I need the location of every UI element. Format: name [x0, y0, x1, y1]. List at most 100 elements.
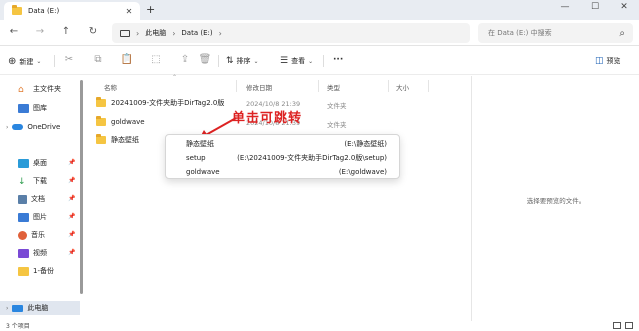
column-divider[interactable]	[428, 80, 429, 92]
view-button[interactable]: ☰ 查看 ⌄	[280, 56, 313, 66]
column-divider[interactable]	[318, 80, 319, 92]
column-divider[interactable]	[236, 80, 237, 92]
column-header-name[interactable]: 名称	[104, 82, 117, 92]
share-icon[interactable]: ⇪	[176, 54, 194, 65]
sort-button[interactable]: ⇅ 排序 ⌄	[226, 56, 259, 66]
paste-icon[interactable]: 📋	[118, 54, 136, 65]
new-button[interactable]: ⊕ 新建 ⌄	[8, 56, 41, 67]
gallery-icon	[18, 103, 29, 113]
forward-button[interactable]: →	[31, 26, 49, 37]
pin-icon[interactable]: 📌	[68, 213, 75, 220]
sidebar-item-music[interactable]: 音乐	[18, 228, 45, 242]
search-placeholder: 在 Data (E:) 中搜索	[488, 29, 552, 37]
tab-close-icon[interactable]: ✕	[122, 7, 136, 16]
sidebar-item-home[interactable]: ⌂ 主文件夹	[18, 82, 61, 96]
sidebar-item-label: 下载	[33, 177, 47, 185]
pin-icon[interactable]: 📌	[68, 231, 75, 238]
document-icon	[18, 194, 27, 204]
address-bar[interactable]: › 此电脑 › Data (E:) ›	[112, 23, 470, 43]
sidebar-item-downloads[interactable]: ↓ 下载	[18, 174, 47, 188]
menu-item-setup[interactable]: setup (E:\20241009-文件夹助手DirTag2.0版\setup…	[166, 151, 399, 165]
sidebar-item-pictures[interactable]: 图片	[18, 210, 47, 224]
maximize-button[interactable]: ☐	[585, 2, 605, 12]
sort-indicator-icon: ⌃	[172, 74, 178, 81]
table-row[interactable]: 20241009-文件夹助手DirTag2.0版	[96, 96, 224, 110]
preview-label: 预览	[606, 57, 621, 65]
sidebar-item-gallery[interactable]: 图库	[18, 101, 47, 115]
folder-icon	[18, 266, 29, 276]
add-icon: ⊕	[8, 56, 17, 67]
file-type: 文件夹	[327, 102, 347, 110]
sidebar-item-backup[interactable]: 1-备份	[18, 264, 54, 278]
more-options-button[interactable]: ···	[333, 55, 343, 65]
sidebar-item-videos[interactable]: 视频	[18, 246, 47, 260]
up-button[interactable]: ↑	[57, 26, 75, 37]
refresh-button[interactable]: ↻	[84, 26, 102, 37]
column-header-modified[interactable]: 修改日期	[246, 82, 272, 92]
command-bar: ⊕ 新建 ⌄ ✂ ⧉ 📋 ⬚ ⇪ 🗑 ⇅ 排序 ⌄ ☰ 查看 ⌄ ··· ◫ 预…	[0, 47, 639, 75]
tab-data-e[interactable]: Data (E:) ✕	[4, 2, 140, 20]
cut-icon[interactable]: ✂	[60, 54, 78, 65]
column-divider[interactable]	[388, 80, 389, 92]
breadcrumb-separator: ›	[136, 28, 140, 38]
sidebar-item-label: 音乐	[31, 231, 45, 239]
menu-item-label: setup	[186, 154, 206, 162]
pin-icon[interactable]: 📌	[68, 159, 75, 166]
menu-item-goldwave[interactable]: goldwave (E:\goldwave)	[166, 165, 399, 179]
chevron-down-icon: ⌄	[253, 57, 259, 65]
minimize-button[interactable]: —	[555, 2, 575, 12]
file-name: 20241009-文件夹助手DirTag2.0版	[111, 99, 225, 107]
details-view-icon[interactable]	[613, 322, 621, 329]
new-label: 新建	[19, 57, 34, 66]
table-row[interactable]: goldwave	[96, 115, 145, 129]
sidebar-item-label: 1-备份	[33, 267, 54, 275]
pin-icon[interactable]: 📌	[68, 249, 75, 256]
menu-item-wallpaper[interactable]: 静态壁纸 (E:\静态壁纸)	[166, 137, 399, 151]
chevron-right-icon[interactable]: ›	[6, 305, 8, 312]
item-count: 3 个项目	[6, 323, 30, 330]
pin-icon[interactable]: 📌	[68, 195, 75, 202]
preview-button[interactable]: ◫ 预览	[595, 56, 621, 66]
preview-pane: 选择要预览的文件。	[471, 76, 639, 321]
breadcrumb-data-e[interactable]: Data (E:)	[181, 29, 212, 37]
tab-title: Data (E:)	[28, 7, 60, 15]
delete-icon[interactable]: 🗑	[196, 54, 214, 65]
menu-item-label: goldwave	[186, 168, 220, 176]
picture-icon	[18, 212, 29, 222]
sidebar-item-documents[interactable]: 文档	[18, 192, 45, 206]
menu-item-path: (E:\静态壁纸)	[344, 140, 387, 148]
annotation-text: 单击可跳转	[232, 111, 303, 126]
close-window-button[interactable]: ✕	[614, 2, 634, 12]
sidebar-item-label: 主文件夹	[33, 85, 61, 93]
divider	[54, 55, 55, 67]
table-row[interactable]: 静态壁纸	[96, 133, 139, 147]
rename-icon[interactable]: ⬚	[147, 54, 165, 65]
download-icon: ↓	[18, 176, 26, 187]
tiles-view-icon[interactable]	[625, 322, 633, 329]
breadcrumb-this-pc[interactable]: 此电脑	[145, 28, 166, 38]
chevron-right-icon[interactable]: ›	[6, 124, 8, 131]
menu-item-label: 静态壁纸	[186, 140, 214, 148]
view-label: 查看	[291, 57, 306, 65]
menu-item-path: (E:\goldwave)	[338, 168, 387, 176]
column-header-type[interactable]: 类型	[327, 82, 340, 92]
column-header-size[interactable]: 大小	[396, 82, 409, 92]
sidebar-item-desktop[interactable]: 桌面	[18, 156, 47, 170]
sidebar-scrollbar[interactable]	[80, 80, 83, 294]
sort-icon: ⇅	[226, 56, 234, 66]
sidebar-item-label: 图片	[33, 213, 47, 221]
sidebar-item-this-pc[interactable]: › 此电脑	[6, 301, 48, 315]
folder-icon	[96, 116, 106, 126]
file-type: 文件夹	[327, 121, 347, 129]
chevron-down-icon: ⌄	[308, 57, 314, 65]
sidebar-item-label: 此电脑	[27, 304, 49, 312]
new-tab-button[interactable]: +	[146, 3, 155, 16]
back-button[interactable]: ←	[5, 26, 23, 37]
home-icon: ⌂	[18, 84, 24, 95]
pin-icon[interactable]: 📌	[68, 177, 75, 184]
search-input[interactable]: 在 Data (E:) 中搜索 ⌕	[478, 23, 633, 43]
title-bar: Data (E:) ✕ + — ☐ ✕	[0, 0, 639, 20]
copy-icon[interactable]: ⧉	[89, 54, 107, 65]
sidebar-item-onedrive[interactable]: › OneDrive	[6, 120, 60, 134]
file-name: 静态壁纸	[111, 136, 139, 144]
